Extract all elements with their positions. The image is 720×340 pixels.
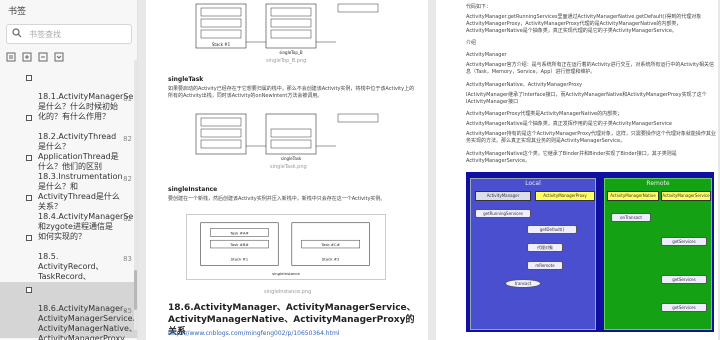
section-heading: singleTask [168, 76, 204, 83]
single-task-diagram: singleTask [188, 112, 388, 162]
search-placeholder: 书签查找 [29, 30, 61, 39]
task-label: Task #C# [320, 242, 340, 247]
bookmark-item[interactable]: 18.3.Instrumentation是什么？和ActivityThread是… [0, 150, 137, 211]
bookmark-list: 18.1.ActivityManagerService是什么？什么时候初始化的？… [0, 70, 137, 340]
message-box: getServices [661, 275, 707, 284]
paragraph: ActivityManager官方介绍：是与系统所有正在运行着的Activity… [466, 62, 715, 75]
region-title: Local [525, 180, 541, 187]
reader-app: 书签 书签查找 18.1.ActivityManagerSer 是什么？什么时候… [0, 0, 720, 340]
message-box: getRunningServices [475, 209, 531, 218]
message-box: transact [505, 279, 541, 288]
bookmark-list-icon[interactable] [6, 52, 16, 62]
figure-caption: singleInstance.png [264, 289, 312, 295]
message-box: getServices [661, 237, 707, 246]
bookmark-item[interactable]: 18.5. ActivityRecord、TaskRecord、Activity… [0, 230, 137, 311]
text-line: 介绍 [466, 40, 477, 46]
text-line: 代码如下： [466, 4, 492, 10]
bookmark-item-active[interactable]: 18.6.ActivityManager、ActivityManagerServ… [0, 282, 137, 340]
text-line: ActivityManagerNative、ActivityManagerPro… [466, 82, 583, 88]
remote-region: Remote ActivityManagerNative ActivityMan… [604, 178, 712, 330]
stack-label: Stack #1 [212, 42, 231, 47]
search-icon [12, 28, 22, 38]
bookmark-item[interactable]: 18.1.ActivityManagerService是什么？什么时候初始化的？… [0, 70, 137, 121]
document-viewport[interactable]: Stack #1 singleTop_B singleTop_B.png sin… [138, 0, 720, 340]
bookmark-icon [26, 155, 32, 161]
message-box: onTransact [611, 213, 651, 222]
actor-box: ActivityManager [475, 191, 531, 201]
bookmark-page: 83 [123, 255, 132, 263]
document-page-right: 代码如下： ActivityManager.getRunningServices… [436, 0, 718, 340]
sidebar-title: 书签 [8, 7, 27, 17]
remove-bookmark-icon[interactable] [38, 52, 48, 62]
document-page-left: Stack #1 singleTop_B singleTop_B.png sin… [146, 0, 428, 340]
bookmark-sidebar: 书签 书签查找 18.1.ActivityManagerSer 是什么？什么时候… [0, 0, 138, 340]
bookmark-item[interactable]: 18.2.ActivityThread是什么？ApplicationThread… [0, 110, 137, 171]
scrollbar-thumb[interactable] [134, 270, 137, 310]
local-region: Local ActivityManager ActivityManagerPro… [470, 178, 596, 330]
paragraph: ActivityManager.getRunningServices里面通过Ac… [466, 14, 702, 34]
single-top-diagram: Stack #1 singleTop_B [188, 2, 388, 56]
bookmark-icon [26, 195, 32, 201]
mode-label: singleTask [281, 156, 302, 161]
bookmark-icon [26, 287, 32, 293]
paragraph: 要创建在一个新栈，然后创建该Activity实例并压入新栈中，新栈中只会存在这一… [168, 196, 386, 202]
task-label: Task #B# [229, 242, 249, 247]
sequence-diagram: Local ActivityManager ActivityManagerPro… [466, 172, 714, 332]
task-label: Task #A# [229, 230, 249, 235]
figure-caption: singleTop_B.png [266, 58, 307, 64]
stack-label: Stack #1 [231, 257, 249, 262]
actor-box: ActivityManagerService [661, 191, 711, 201]
bookmark-page: 82 [123, 175, 132, 183]
bookmark-item[interactable]: 18.4.ActivityManagerService和zygote进程通信是如… [0, 190, 137, 241]
region-title: Remote [646, 180, 670, 187]
bookmark-icon [26, 115, 32, 121]
bookmark-page: 82 [123, 215, 132, 223]
actor-box: ActivityManagerNative [607, 191, 659, 201]
text-line: ActivityManager [466, 52, 507, 58]
stack-label: Stack #2 [322, 257, 340, 262]
bookmark-page: 85 [123, 307, 132, 315]
bookmark-page: 82 [123, 135, 132, 143]
bookmark-icon [26, 75, 32, 81]
message-box: getServices [661, 303, 707, 312]
paragraph: 如果要启动的Activity已经存在于它想要归属的栈中，那么不会创建该Activ… [168, 86, 415, 99]
message-box: 代理对象 [527, 243, 563, 252]
expand-bookmark-icon[interactable] [54, 52, 64, 62]
paragraph: ActivityManager持有的是这个ActivityManagerProx… [466, 131, 716, 144]
figure-caption: singleTask.png [270, 164, 307, 170]
bookmark-icon [26, 235, 32, 241]
text-line: ActivityManagerNative是个抽象类，真正发挥作用的是它的子类A… [466, 121, 672, 127]
bookmark-page: 81 [123, 95, 132, 103]
text-line: ActivityManagerProxy代理类是ActivityManagerN… [466, 111, 623, 117]
single-instance-diagram: Task #A# Task #B# Stack #1 Task #C# Stac… [186, 214, 386, 280]
actor-box: ActivityManagerProxy [535, 191, 595, 201]
mode-label: singleTop_B [279, 50, 303, 55]
message-box: mRemote [527, 261, 563, 270]
reference-link[interactable]: https://www.cnblogs.com/mingfeng002/p/10… [168, 330, 339, 337]
message-box: getDefault() [527, 225, 577, 234]
paragraph: ActivityManagerNative这个类，它继承了Binder并和Bin… [466, 151, 677, 164]
mode-label: singleInstance [272, 271, 300, 276]
add-bookmark-icon[interactable] [22, 52, 32, 62]
section-heading: singleInstance [168, 186, 218, 193]
paragraph: IActivityManager继承了Interface接口，而Activity… [466, 92, 707, 105]
bookmark-search-input[interactable]: 书签查找 [6, 24, 132, 44]
sidebar-scrollbar[interactable] [134, 60, 137, 330]
